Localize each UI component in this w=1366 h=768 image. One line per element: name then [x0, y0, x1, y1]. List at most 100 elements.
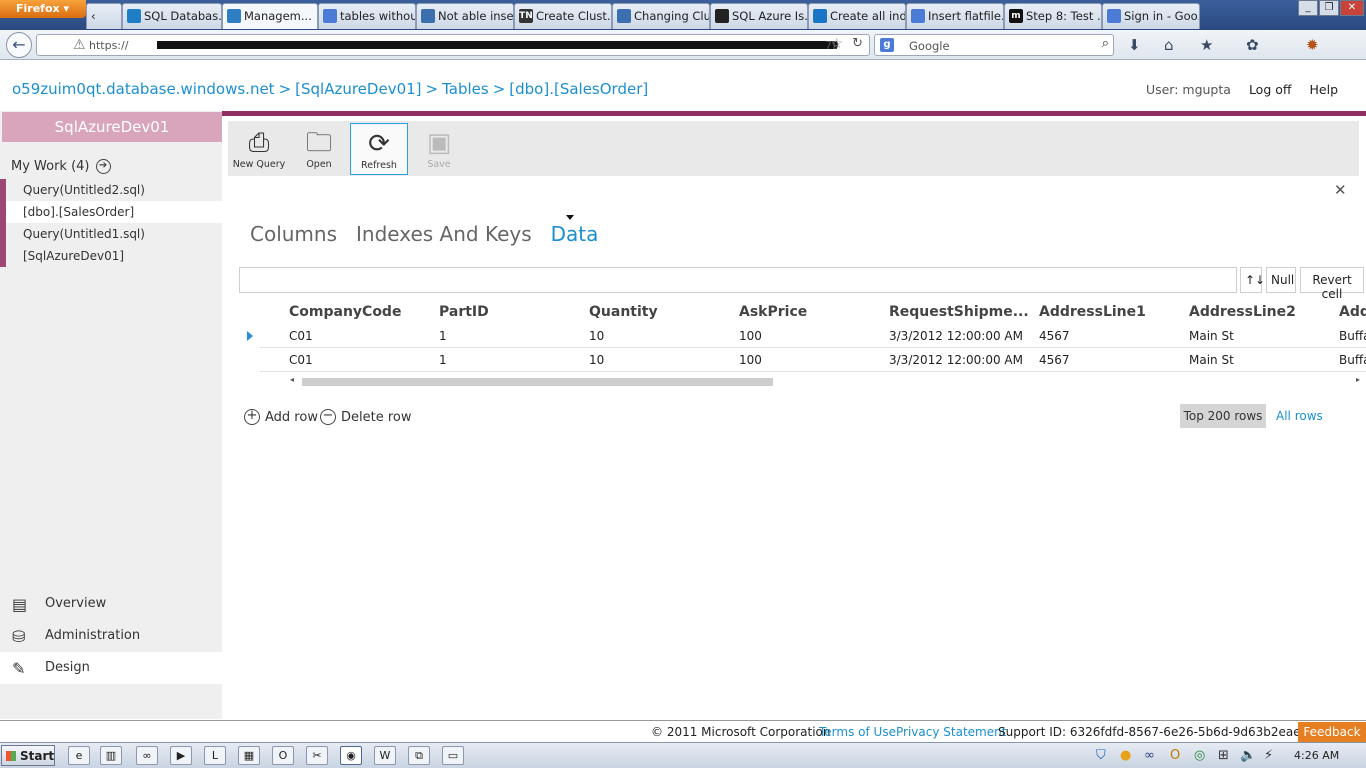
refresh-button[interactable]: ⟳ Refresh — [350, 123, 408, 175]
all-rows-link[interactable]: All rows — [1276, 409, 1323, 423]
restore-button[interactable]: ❐ — [1319, 0, 1339, 16]
browser-tab[interactable]: Sign in - Goo... — [1102, 3, 1200, 29]
work-item-untitled1[interactable]: Query(Untitled1.sql) — [0, 223, 222, 245]
shield-icon[interactable]: ⛉ — [1096, 748, 1106, 763]
infinity-icon[interactable]: ∞ — [136, 746, 158, 765]
tray-power-icon[interactable]: ⚡ — [1264, 748, 1273, 763]
browser-tab[interactable]: SQL Azure Is... — [710, 3, 808, 29]
cell-editor-input[interactable] — [239, 267, 1237, 293]
firefox-menu-button[interactable]: Firefox ▾ — [0, 0, 86, 18]
database-title[interactable]: SqlAzureDev01 — [2, 112, 222, 142]
table-cell[interactable]: 1 — [439, 353, 447, 367]
back-button[interactable]: ← — [6, 32, 32, 58]
table-row[interactable]: C01 1 10 100 3/3/2012 12:00:00 AM 4567 Main St… — [260, 348, 1366, 372]
table-cell[interactable]: Main St — [1189, 353, 1234, 367]
null-button[interactable]: Null — [1266, 267, 1296, 293]
firefox-task-icon[interactable]: ◉ — [340, 746, 362, 765]
open-button[interactable]: 🗀 Open — [290, 123, 348, 175]
column-header[interactable]: AddressLine2 — [1189, 304, 1296, 320]
help-link[interactable]: Help — [1310, 82, 1339, 97]
table-cell[interactable]: 100 — [739, 353, 762, 367]
close-panel-icon[interactable]: ✕ — [1334, 181, 1347, 199]
add-row-button[interactable]: + Add row — [244, 409, 318, 425]
tray-icon[interactable]: ● — [1120, 748, 1131, 763]
table-cell[interactable]: C01 — [289, 353, 313, 367]
outlook-icon[interactable]: O — [272, 746, 294, 765]
browser-tab[interactable]: Not able inse... — [416, 3, 514, 29]
start-button[interactable]: Start — [1, 745, 55, 766]
browser-tab[interactable]: Insert flatfile... — [906, 3, 1004, 29]
table-cell[interactable]: 10 — [589, 329, 604, 343]
nav-overview[interactable]: ▤ Overview — [0, 588, 222, 620]
breadcrumb-item[interactable]: o59zuim0qt.database.windows.net — [12, 80, 275, 98]
nav-administration[interactable]: ⛁ Administration — [0, 620, 222, 652]
table-cell[interactable]: 1 — [439, 329, 447, 343]
table-cell[interactable]: 4567 — [1039, 329, 1070, 343]
addon2-icon[interactable]: ✹ — [1306, 36, 1319, 54]
column-header[interactable]: RequestShipme... — [889, 304, 1029, 320]
tab-columns[interactable]: Columns — [250, 222, 337, 246]
privacy-link[interactable]: Privacy Statement — [896, 725, 1006, 739]
word-icon[interactable]: W — [374, 746, 396, 765]
column-header[interactable]: CompanyCode — [289, 304, 401, 320]
home-icon[interactable]: ⌂ — [1164, 36, 1174, 54]
column-header[interactable]: Quantity — [589, 304, 658, 320]
search-icon[interactable]: ⌕ — [1102, 36, 1109, 51]
lync-icon[interactable]: L — [204, 746, 226, 765]
delete-row-button[interactable]: − Delete row — [320, 409, 412, 425]
arrow-right-icon[interactable]: ➔ — [95, 159, 111, 174]
work-item-salesorder[interactable]: [dbo].[SalesOrder] — [0, 201, 222, 223]
feedback-button[interactable]: Feedback — [1298, 722, 1366, 743]
tab-indexes-and-keys[interactable]: Indexes And Keys — [356, 222, 532, 246]
column-header[interactable]: AddressLine1 — [1039, 304, 1146, 320]
work-item-untitled2[interactable]: Query(Untitled2.sql) — [0, 179, 222, 201]
column-header[interactable]: PartID — [439, 304, 489, 320]
tab-scroll-left[interactable]: ‹ — [86, 3, 122, 29]
new-query-button[interactable]: ⎙ New Query — [230, 123, 288, 175]
column-header[interactable]: Add — [1339, 304, 1366, 320]
table-cell[interactable]: 3/3/2012 12:00:00 AM — [889, 353, 1023, 367]
tray-chat-icon[interactable]: ◎ — [1194, 748, 1205, 763]
notepad-icon[interactable]: ▭ — [442, 746, 464, 765]
tray-infinity-icon[interactable]: ∞ — [1144, 748, 1155, 763]
sort-button[interactable]: ↑↓ — [1240, 267, 1265, 293]
scrollbar-thumb[interactable] — [302, 378, 773, 386]
network-icon[interactable]: ⧉ — [408, 746, 430, 765]
table-cell[interactable]: Buffa — [1339, 329, 1366, 343]
browser-tab[interactable]: Create all ind... — [808, 3, 906, 29]
explorer-icon[interactable]: ▥ — [100, 746, 122, 765]
table-cell[interactable]: 100 — [739, 329, 762, 343]
breadcrumb-item[interactable]: [SqlAzureDev01] — [295, 80, 421, 98]
tray-outlook-icon[interactable]: O — [1170, 748, 1180, 763]
bookmark-star-icon[interactable]: ☆ — [830, 36, 843, 52]
minimize-button[interactable]: _ — [1298, 0, 1318, 16]
reload-icon[interactable]: ↻ — [852, 36, 863, 51]
tray-network-icon[interactable]: ⊞ — [1218, 748, 1229, 763]
browser-tab[interactable]: SQL Databas... — [122, 3, 222, 29]
browser-tab[interactable]: tables withou... — [318, 3, 416, 29]
url-bar[interactable]: https:// 79 ⚠ ☆ ↻ — [36, 34, 870, 56]
tools-icon[interactable]: ✂ — [306, 746, 328, 765]
save-button[interactable]: ▣ Save — [410, 123, 468, 175]
table-row[interactable]: C01 1 10 100 3/3/2012 12:00:00 AM 4567 Main St… — [260, 324, 1366, 348]
work-item-sqlazuredev01[interactable]: [SqlAzureDev01] — [0, 245, 222, 267]
breadcrumb-item[interactable]: Tables — [442, 80, 489, 98]
search-bar[interactable]: g Google ⌕ — [874, 34, 1114, 56]
table-cell[interactable]: 4567 — [1039, 353, 1070, 367]
top-200-rows-button[interactable]: Top 200 rows — [1180, 404, 1266, 428]
table-cell[interactable]: 10 — [589, 353, 604, 367]
browser-tab[interactable]: m Step 8: Test ... — [1004, 3, 1102, 29]
scroll-left-icon[interactable]: ◂ — [290, 375, 294, 384]
ie-icon[interactable]: e — [68, 746, 90, 765]
scroll-right-icon[interactable]: ▸ — [1356, 375, 1360, 384]
mywork-header[interactable]: My Work (4) ➔ — [11, 159, 111, 174]
terms-link[interactable]: Terms of Use — [819, 725, 896, 739]
breadcrumb-item[interactable]: [dbo].[SalesOrder] — [509, 80, 648, 98]
horizontal-scrollbar[interactable]: ◂ ▸ — [290, 375, 1360, 387]
column-header[interactable]: AskPrice — [739, 304, 807, 320]
browser-tab[interactable]: Changing Clu... — [612, 3, 710, 29]
logoff-link[interactable]: Log off — [1249, 82, 1292, 97]
folder-task-icon[interactable]: ▦ — [238, 746, 260, 765]
window-close-button[interactable]: ✕ — [1340, 0, 1364, 16]
nav-design[interactable]: ✎ Design — [0, 652, 222, 684]
